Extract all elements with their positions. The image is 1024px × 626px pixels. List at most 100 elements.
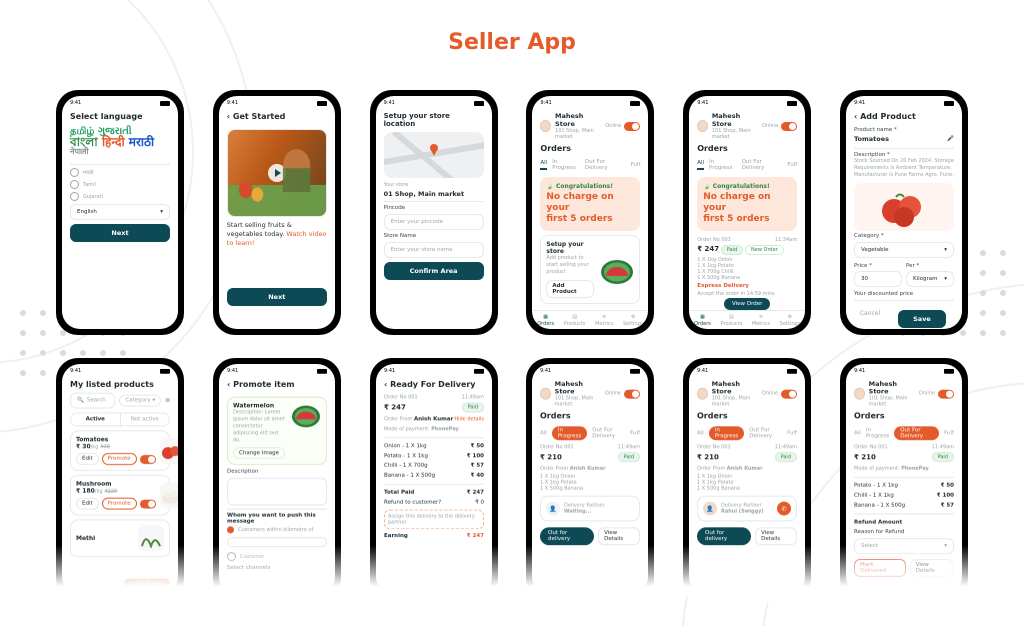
card-title: Setup your store <box>546 241 594 255</box>
radio-km[interactable]: Customers within kilometre of <box>219 524 335 535</box>
product-thumb <box>160 438 178 464</box>
tab-out[interactable]: Out For Delivery <box>585 159 626 171</box>
phone-get-started: 9:41 ‹ Get Started Start selling <box>213 90 341 335</box>
section-title: Orders <box>532 144 648 157</box>
language-select[interactable]: English▾ <box>70 204 170 220</box>
next-button[interactable]: Next <box>70 224 170 242</box>
edit-button[interactable]: Edit <box>76 453 99 465</box>
add-product-button[interactable]: Add Product <box>546 280 594 298</box>
radio-option[interactable]: Gujarati <box>83 194 103 200</box>
phone-select-language: 9:41 Select language தமிழ் ગુજરાતી বাংলা… <box>56 90 184 335</box>
view-details-button[interactable]: View Details <box>598 527 640 545</box>
back-icon[interactable]: ‹ <box>384 380 387 389</box>
onboarding-video[interactable] <box>227 129 327 217</box>
phone-orders-assigned: 9:41 Mahesh Store101 Shop, Main marketOn… <box>683 358 811 601</box>
phone-add-product: 9:41 ‹ Add Product Product name * Tomato… <box>840 90 968 335</box>
pincode-input[interactable]: Enter your pincode <box>384 214 484 230</box>
out-for-delivery-button[interactable]: Out for delivery <box>697 527 751 545</box>
category-filter[interactable]: Category▾ <box>119 395 161 407</box>
label: Store Name <box>384 233 484 239</box>
tab-inprogress[interactable]: In Progress <box>552 159 580 171</box>
search-input[interactable]: 🔍Search <box>70 393 115 409</box>
confirm-area-button[interactable]: Confirm Area <box>384 262 484 280</box>
tab-fulfilled[interactable]: Fulf <box>631 162 641 168</box>
online-toggle[interactable] <box>781 122 797 131</box>
screen-title: Get Started <box>233 112 286 121</box>
page-title: Seller App <box>0 30 1024 55</box>
out-for-delivery-button[interactable]: Out for delivery <box>540 527 594 545</box>
promote-button[interactable]: Promote <box>102 453 137 465</box>
next-button[interactable]: Next <box>227 288 327 306</box>
phone-orders-inprogress: 9:41 Mahesh Store101 Shop, Main marketOn… <box>526 358 654 601</box>
phone-store-location: 9:41 Setup your store location Your stor… <box>370 90 498 335</box>
screen-title: Select language <box>62 108 178 125</box>
product-name[interactable]: Tomatoes <box>854 135 889 143</box>
cancel-button[interactable]: Cancel <box>854 306 886 329</box>
price-input[interactable]: 30 <box>854 271 902 287</box>
language-script-preview: தமிழ் ગુજરાતી বাংলা हिन्दी मराठी नेपाली <box>62 125 178 161</box>
product-toggle[interactable] <box>140 455 156 464</box>
back-icon[interactable]: ‹ <box>854 112 857 121</box>
map-pin-icon <box>429 144 439 156</box>
avatar <box>540 120 551 132</box>
tab-all[interactable]: All <box>540 160 547 170</box>
promo-desc[interactable] <box>227 478 327 506</box>
label: Pincode <box>384 205 484 211</box>
change-image-button[interactable]: Change Image <box>233 447 285 459</box>
grid-toggle[interactable]: ▦ <box>165 398 170 404</box>
order-tabs: All In Progress Out For Delivery Fulf <box>532 157 648 173</box>
caption: Start selling fruits & vegetables today. <box>227 221 292 238</box>
product-image[interactable] <box>854 183 954 231</box>
refund-reason-select[interactable]: Select▾ <box>854 538 954 554</box>
product-desc[interactable]: Stock Sourced On 20 Feb 2024. Storage Re… <box>846 158 962 181</box>
unit-select[interactable]: Kilogram▾ <box>906 271 954 287</box>
phone-orders-out: 9:41 Mahesh Store101 Shop, Main marketOn… <box>840 358 968 601</box>
mark-delivered-button[interactable]: Mark Delivered <box>854 559 906 577</box>
search-icon: 🔍 <box>77 398 84 404</box>
status-time: 9:41 <box>70 100 81 106</box>
bottom-nav: ▦Orders ▤Products ≋Metrics ⚙Settings <box>532 310 648 329</box>
watermelon-icon <box>291 403 321 459</box>
showcase-canvas: Seller App 9:41 Select language தமிழ் ગુ… <box>0 0 1024 626</box>
screen-title: Add Product <box>860 112 916 121</box>
nav-orders[interactable]: ▦Orders <box>537 314 554 327</box>
mic-icon[interactable]: 🎤 <box>947 136 954 142</box>
phone-ready-delivery: 9:41 ‹ Ready For Delivery Order No 00111… <box>370 358 498 601</box>
product-name: Tomatoes <box>76 436 156 443</box>
promo-banner: 🍃 Congratulations! No charge on yourfirs… <box>540 177 640 231</box>
nav-metrics[interactable]: ≋Metrics <box>595 314 613 327</box>
back-icon[interactable]: ‹ <box>227 380 230 389</box>
chevron-down-icon: ▾ <box>160 209 163 215</box>
save-button[interactable]: Save <box>898 310 946 328</box>
add-product-fab[interactable]: + Add Product <box>124 579 170 587</box>
radio-customer[interactable]: Customer <box>219 550 335 563</box>
online-toggle[interactable] <box>624 122 640 131</box>
phone-row-1: 9:41 Select language தமிழ் ગુજરાતી বাংলা… <box>56 90 968 335</box>
view-order-button[interactable]: View Order <box>724 298 770 310</box>
call-button[interactable]: ✆ <box>777 502 791 516</box>
partner-avatar: 👤 <box>703 502 717 516</box>
view-details-button[interactable]: View Details <box>910 559 954 577</box>
category-select[interactable]: Vegetable▾ <box>854 242 954 258</box>
hide-details[interactable]: Hide details <box>454 416 484 422</box>
assign-box[interactable]: Assign this delivery to the delivery par… <box>384 510 484 530</box>
radio-option[interactable]: मराठी <box>83 170 94 176</box>
nav-products[interactable]: ▤Products <box>564 314 586 327</box>
partner-avatar: 👤 <box>546 502 560 516</box>
storename-input[interactable]: Enter your store name <box>384 242 484 258</box>
view-details-button[interactable]: View Details <box>755 527 797 545</box>
phone-orders-banner: 9:41 Mahesh Store101 Shop, Main market O… <box>526 90 654 335</box>
label: Your store <box>384 182 484 188</box>
phone-row-2: 9:41 My listed products 🔍Search Category… <box>56 358 968 603</box>
store-value: 01 Shop, Main market <box>384 190 484 198</box>
map-preview[interactable] <box>384 132 484 178</box>
express-badge: Express Delivery <box>689 281 805 291</box>
nav-settings[interactable]: ⚙Settings <box>623 314 644 327</box>
active-segment[interactable]: ActiveNot active <box>70 412 170 426</box>
phone-listed-products: 9:41 My listed products 🔍Search Category… <box>56 358 184 601</box>
radio-option[interactable]: Tamil <box>83 182 96 188</box>
phone-orders-list: 9:41 Mahesh Store101 Shop, Main marketOn… <box>683 90 811 335</box>
screen-title: Setup your store location <box>376 108 492 132</box>
order-number: Order No 001 <box>697 237 731 243</box>
back-icon[interactable]: ‹ <box>227 112 230 121</box>
